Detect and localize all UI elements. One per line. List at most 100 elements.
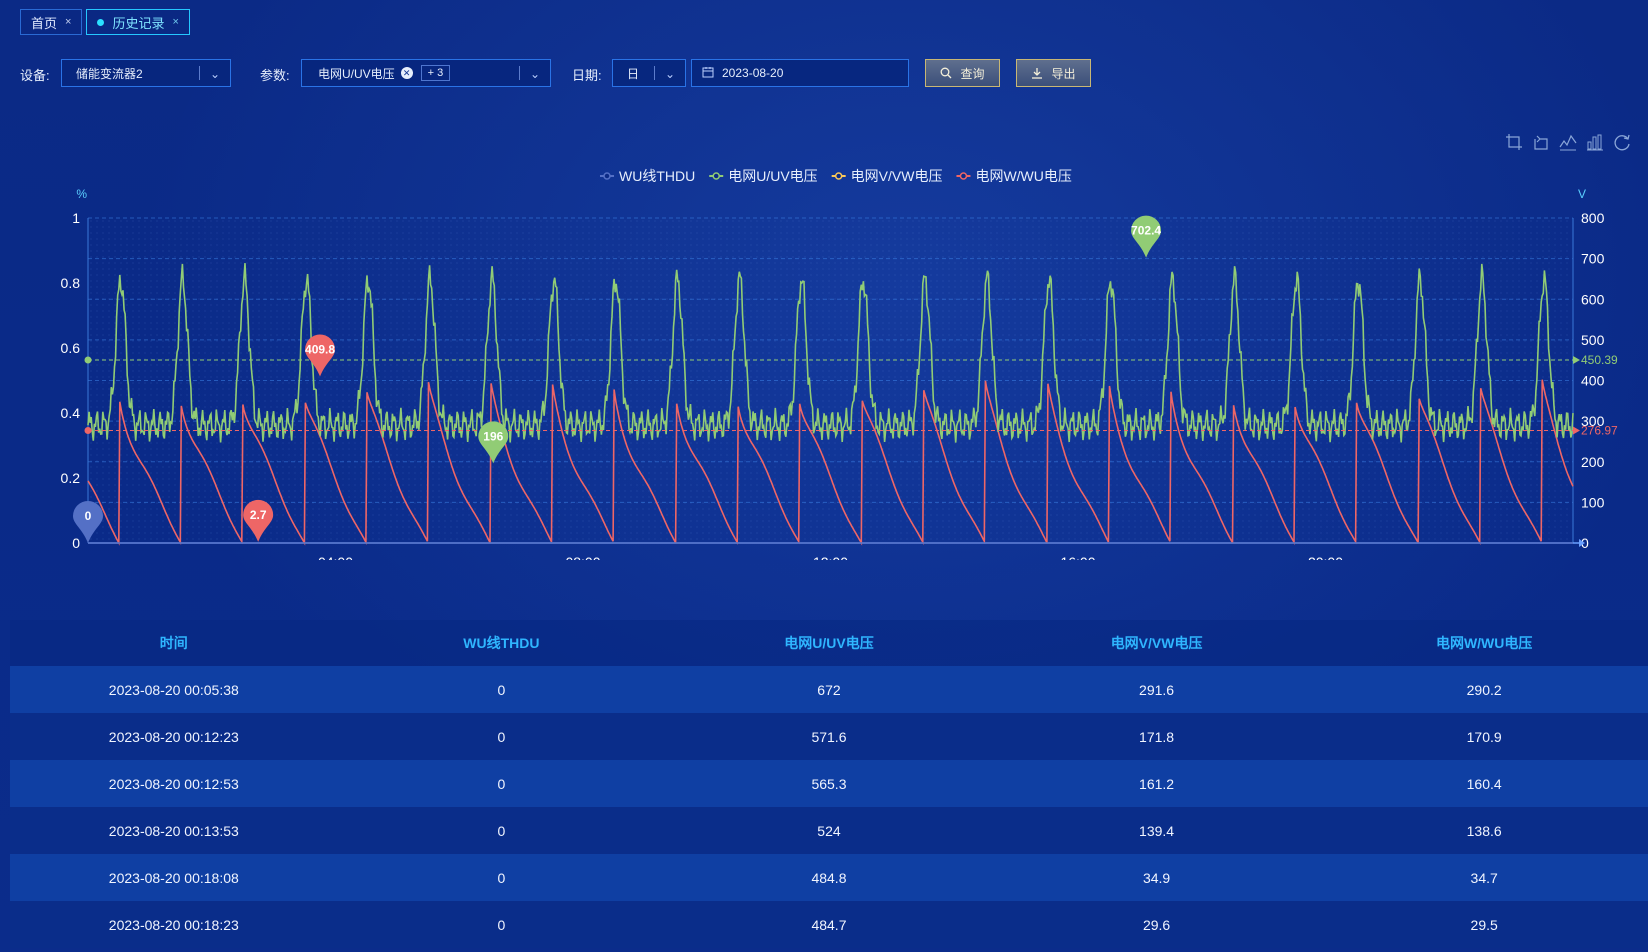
y-right-unit: V (1578, 187, 1586, 201)
remove-tag-icon[interactable]: ✕ (400, 67, 413, 79)
data-pin-label: 196 (483, 429, 503, 443)
header-w-voltage[interactable]: 电网W/WU电压 (1320, 633, 1648, 653)
cell-w: 170.9 (1466, 728, 1502, 745)
param-label: 参数: (260, 68, 290, 83)
cell-w: 34.7 (1470, 869, 1498, 886)
zoom-icon[interactable] (1505, 133, 1523, 151)
history-table: 时间 WU线THDU 电网U/UV电压 电网V/VW电压 电网W/WU电压 20… (10, 620, 1648, 948)
active-dot-icon (97, 18, 105, 26)
tab-label: 首页 (31, 15, 58, 31)
device-value: 储能变流器2 (76, 66, 143, 81)
average-arrow-icon (1573, 426, 1580, 435)
x-tick-label: 20:00 (1308, 554, 1343, 560)
cell-time: 2023-08-20 00:18:23 (108, 916, 239, 933)
legend-swatch-dot (834, 172, 843, 180)
average-label: 276.97 (1581, 423, 1618, 437)
cell-u: 565.3 (811, 775, 847, 792)
legend-swatch-dot (603, 172, 611, 180)
param-tag-label: 电网U/UV电压 (318, 66, 395, 81)
tab-label: 历史记录 (112, 15, 165, 31)
legend-swatch-dot (712, 172, 720, 180)
cell-w: 29.5 (1470, 916, 1498, 933)
cell-u: 484.7 (811, 916, 847, 933)
refresh-icon[interactable] (1613, 133, 1631, 151)
table-row[interactable]: 2023-08-20 00:12:53 0 565.3 161.2 160.4 (10, 760, 1648, 807)
y-right-tick-label: 500 (1581, 332, 1605, 348)
y-right-tick-label: 800 (1581, 210, 1605, 226)
legend-label: 电网V/VW电压 (851, 168, 943, 184)
x-tick-label: 16:00 (1060, 554, 1095, 560)
table-row[interactable]: 2023-08-20 00:13:53 0 524 139.4 138.6 (10, 807, 1648, 854)
data-pin-label: 0 (85, 509, 92, 523)
cell-thdu: 0 (497, 728, 506, 745)
close-icon[interactable]: × (65, 16, 71, 28)
cell-u: 571.6 (811, 728, 847, 745)
cell-w: 138.6 (1466, 822, 1502, 839)
average-label: 450.39 (1581, 353, 1618, 367)
query-label: 查询 (960, 66, 985, 81)
date-type-value: 日 (627, 66, 640, 81)
legend-label: 电网W/WU电压 (975, 168, 1071, 184)
average-start-dot (84, 426, 92, 434)
cell-v: 291.6 (1139, 681, 1175, 698)
tab-bar: 首页 × 历史记录 × (20, 9, 190, 35)
line-chart-icon[interactable] (1559, 133, 1577, 151)
x-tick-label: 04:00 (318, 554, 353, 560)
table-row[interactable]: 2023-08-20 00:18:23 0 484.7 29.6 29.5 (10, 901, 1648, 948)
data-pin-label: 2.7 (250, 508, 267, 522)
header-v-voltage[interactable]: 电网V/VW电压 (993, 633, 1321, 653)
cell-v: 171.8 (1139, 728, 1175, 745)
cell-u: 484.8 (811, 869, 847, 886)
date-type-select[interactable]: 日 ⌄ (612, 59, 686, 87)
download-icon (1031, 67, 1043, 79)
cell-v: 161.2 (1139, 775, 1175, 792)
cell-u: 672 (817, 681, 841, 698)
table-row[interactable]: 2023-08-20 00:18:08 0 484.8 34.9 34.7 (10, 854, 1648, 901)
chevron-down-icon: ⌄ (529, 67, 540, 81)
cell-time: 2023-08-20 00:13:53 (108, 822, 239, 839)
chart-axes: 010020030040050060070080000.20.40.60.81%… (61, 187, 1605, 560)
cell-u: 524 (817, 822, 841, 839)
cell-time: 2023-08-20 00:18:08 (108, 869, 239, 886)
query-button[interactable]: 查询 (925, 59, 1000, 87)
date-value: 2023-08-20 (722, 66, 784, 80)
tab-home[interactable]: 首页 × (20, 9, 83, 35)
table-row[interactable]: 2023-08-20 00:05:38 0 672 291.6 290.2 (10, 666, 1648, 713)
header-thdu[interactable]: WU线THDU (338, 633, 666, 653)
cell-thdu: 0 (497, 681, 506, 698)
date-picker[interactable]: 2023-08-20 (691, 59, 909, 87)
chevron-down-icon: ⌄ (209, 67, 220, 81)
y-right-tick-label: 400 (1581, 373, 1605, 389)
y-left-unit: % (76, 187, 87, 201)
table-row[interactable]: 2023-08-20 00:12:23 0 571.6 171.8 170.9 (10, 713, 1648, 760)
y-right-tick-label: 100 (1581, 494, 1605, 510)
y-left-tick-label: 1 (72, 210, 80, 226)
cell-w: 160.4 (1466, 775, 1502, 792)
tab-history[interactable]: 历史记录 × (86, 9, 190, 35)
y-right-tick-label: 200 (1581, 454, 1605, 470)
cell-time: 2023-08-20 00:05:38 (108, 681, 239, 698)
export-button[interactable]: 导出 (1016, 59, 1091, 87)
param-more-count: + 3 (420, 65, 451, 81)
x-tick-label: 08:00 (565, 554, 600, 560)
cell-v: 29.6 (1142, 916, 1171, 933)
y-left-tick-label: 0.6 (61, 340, 81, 356)
param-multiselect[interactable]: 电网U/UV电压 ✕ + 3 ⌄ (301, 59, 551, 87)
device-select[interactable]: 储能变流器2 ⌄ (61, 59, 231, 87)
data-pin-label: 409.8 (305, 343, 335, 357)
average-start-dot (84, 356, 92, 364)
cell-thdu: 0 (497, 822, 506, 839)
divider (654, 66, 655, 80)
bar-chart-icon[interactable] (1586, 133, 1604, 151)
close-icon[interactable]: × (172, 16, 178, 28)
header-u-voltage[interactable]: 电网U/UV电压 (665, 633, 993, 653)
legend-label: WU线THDU (619, 168, 695, 184)
zoom-reset-icon[interactable] (1532, 133, 1550, 151)
header-time[interactable]: 时间 (10, 633, 338, 653)
cell-v: 34.9 (1142, 869, 1171, 886)
export-label: 导出 (1051, 66, 1076, 81)
y-left-tick-label: 0 (72, 535, 80, 551)
table-header: 时间 WU线THDU 电网U/UV电压 电网V/VW电压 电网W/WU电压 (10, 620, 1648, 666)
data-pin-label: 702.4 (1131, 224, 1161, 238)
calendar-icon (702, 66, 714, 81)
